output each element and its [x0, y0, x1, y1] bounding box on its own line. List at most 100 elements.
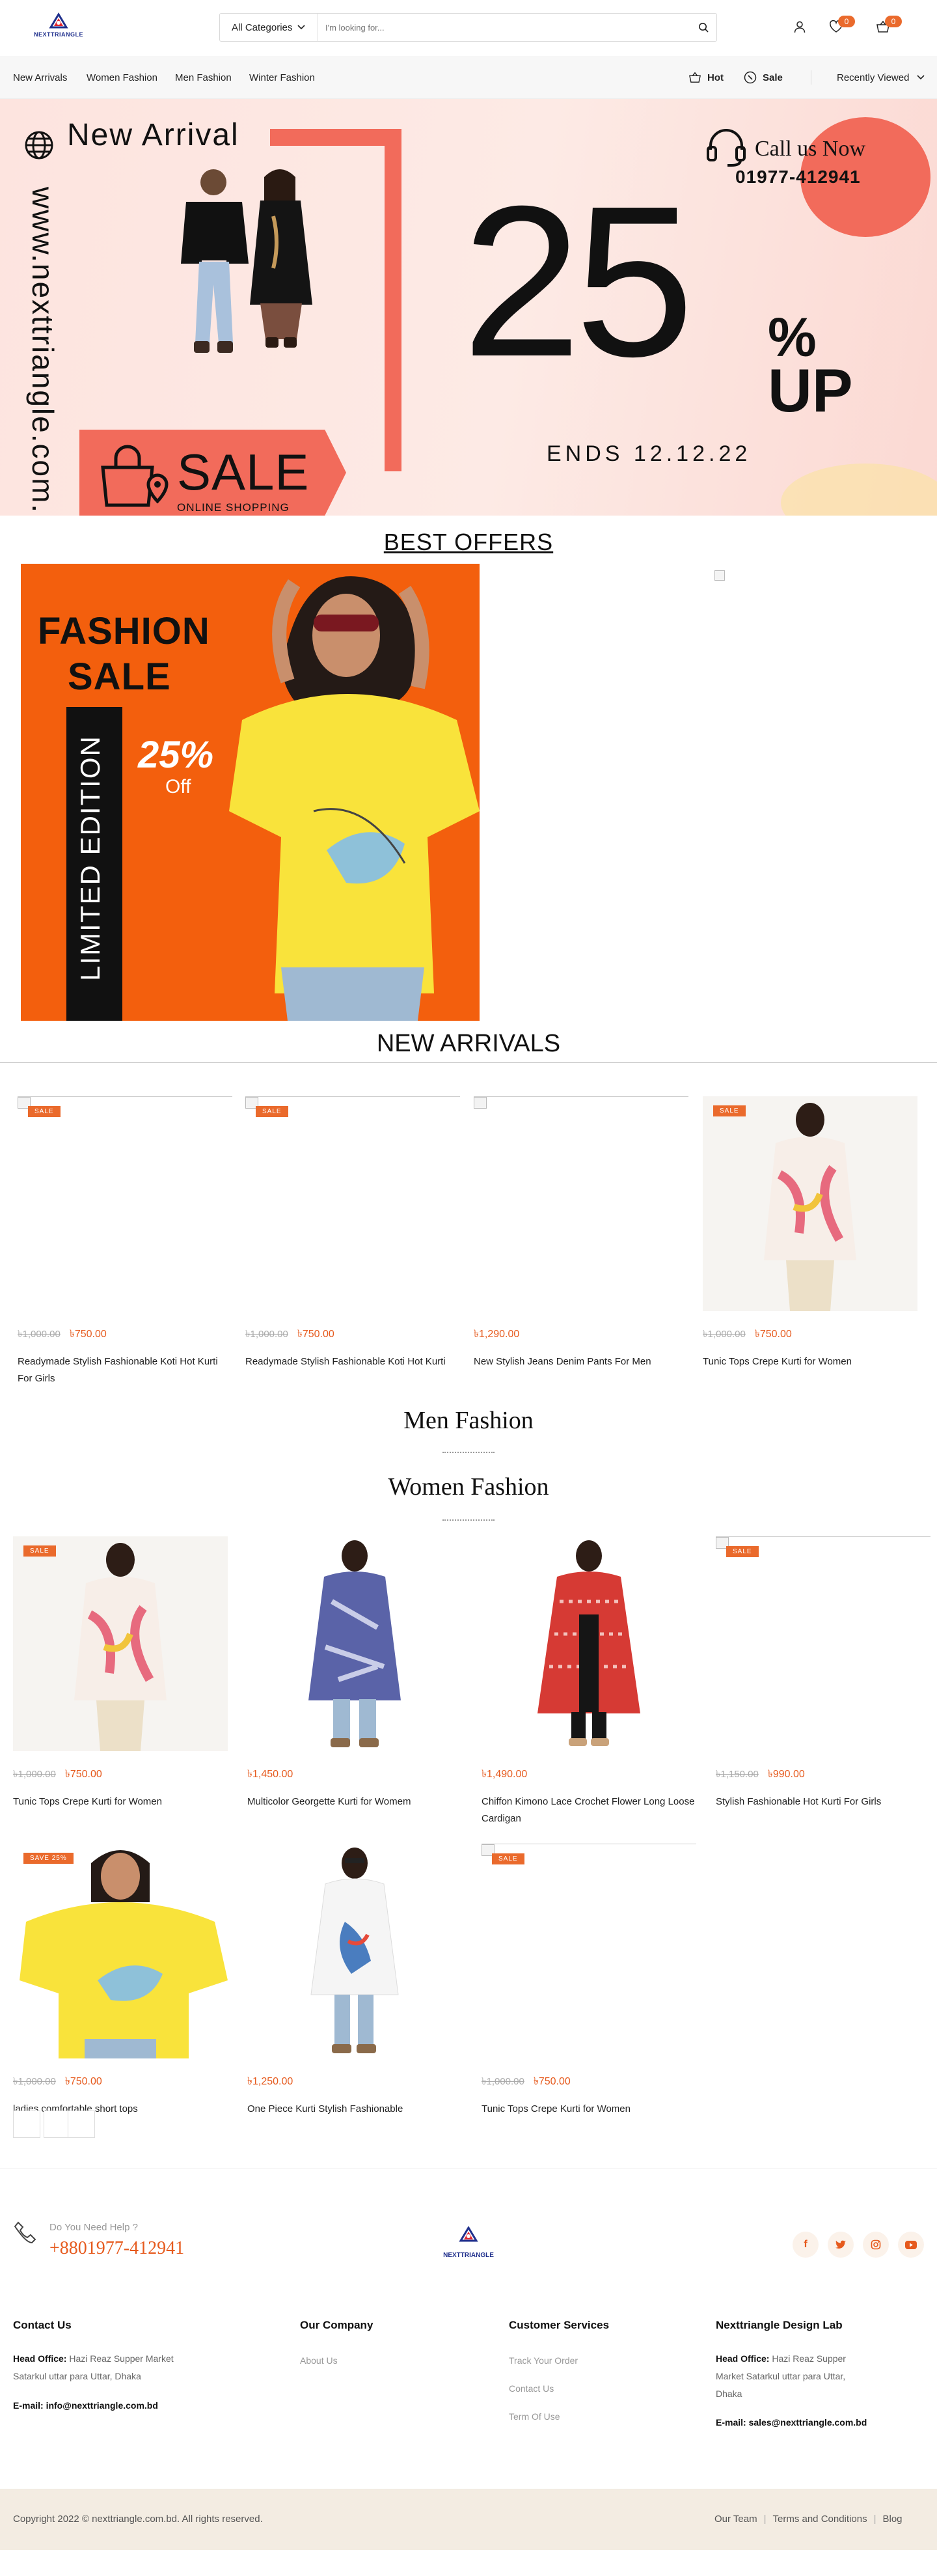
pagination-box[interactable] — [13, 2111, 40, 2138]
globe-icon — [24, 130, 54, 163]
lab-office-label: Head Office: — [716, 2353, 770, 2364]
product-card[interactable]: SALE ৳1,000.00 ৳750.00 Readymade Stylish … — [18, 1096, 232, 1387]
product-image[interactable]: SALE — [703, 1096, 917, 1311]
youtube-link[interactable] — [898, 2232, 924, 2258]
nav-hot[interactable]: Hot — [688, 56, 724, 99]
footer-link-terms-of-use[interactable]: Term Of Use — [509, 2411, 560, 2422]
fashion-sale-banner[interactable]: FASHION SALE LIMITED EDITION 25% Off — [21, 564, 480, 1021]
headset-icon — [705, 128, 747, 170]
current-price: ৳990.00 — [767, 1769, 805, 1780]
instagram-link[interactable] — [863, 2232, 889, 2258]
product-name[interactable]: Stylish Fashionable Hot Kurti For Girls — [716, 1794, 930, 1810]
wishlist-count-badge: 0 — [838, 16, 855, 27]
footer-logo[interactable]: NEXTTRIANGLE — [436, 2226, 501, 2259]
product-name[interactable]: Tunic Tops Crepe Kurti for Women — [703, 1353, 917, 1370]
cart-count-badge: 0 — [885, 16, 902, 27]
fashion-off: Off — [165, 776, 191, 797]
product-name[interactable]: Readymade Stylish Fashionable Koti Hot K… — [245, 1353, 460, 1370]
facebook-link[interactable]: f — [793, 2232, 819, 2258]
product-image[interactable] — [482, 1536, 696, 1751]
product-name[interactable]: Multicolor Georgette Kurti for Womem — [247, 1794, 462, 1810]
product-name[interactable]: One Piece Kurti Stylish Fashionable — [247, 2101, 462, 2118]
current-price: ৳1,290.00 — [474, 1329, 520, 1340]
product-image[interactable] — [247, 1536, 462, 1751]
current-price: ৳750.00 — [64, 2076, 102, 2087]
sale-badge: SAVE 25% — [23, 1853, 74, 1864]
shopping-bag-icon — [98, 444, 176, 512]
footer-link-track-order[interactable]: Track Your Order — [509, 2355, 578, 2366]
search-input[interactable] — [318, 14, 690, 41]
banner-website: www.nexttriangle.com.bd — [26, 187, 60, 516]
old-price: ৳1,000.00 — [18, 1329, 61, 1340]
section-divider — [0, 1062, 937, 1063]
lab-email[interactable]: sales@nexttriangle.com.bd — [749, 2417, 867, 2428]
product-name[interactable]: Readymade Stylish Fashionable Koti Hot K… — [18, 1353, 232, 1387]
product-name[interactable]: Tunic Tops Crepe Kurti for Women — [482, 2101, 696, 2118]
footer-link-about[interactable]: About Us — [300, 2355, 338, 2366]
product-name[interactable]: Tunic Tops Crepe Kurti for Women — [13, 1794, 228, 1810]
nav-sale[interactable]: Sale — [744, 56, 783, 99]
title-underline — [442, 1519, 495, 1521]
old-price: ৳1,000.00 — [13, 2076, 56, 2087]
product-card[interactable]: SAVE 25% ৳1,000.00 ৳750.00 ladies comfort… — [13, 1844, 228, 2118]
cardigan-photo — [537, 1540, 640, 1746]
category-select[interactable]: All Categories — [220, 14, 318, 41]
nav-women-fashion[interactable]: Women Fashion — [87, 56, 157, 99]
men-fashion-title: Men Fashion — [403, 1407, 534, 1434]
footer-link-contact[interactable]: Contact Us — [509, 2383, 554, 2394]
fashion-percent: 25% — [138, 734, 214, 776]
twitter-link[interactable] — [828, 2232, 854, 2258]
nav-winter-fashion[interactable]: Winter Fashion — [249, 56, 315, 99]
phone-icon — [13, 2220, 38, 2248]
product-image[interactable]: SALE — [716, 1536, 930, 1751]
product-card[interactable]: ৳1,250.00 One Piece Kurti Stylish Fashio… — [247, 1844, 462, 2118]
product-card[interactable]: ৳1,490.00 Chiffon Kimono Lace Crochet Fl… — [482, 1536, 696, 1827]
help-label: Do You Need Help ? — [49, 2222, 138, 2233]
nav-new-arrivals[interactable]: New Arrivals — [13, 56, 67, 99]
product-image[interactable] — [474, 1096, 688, 1311]
product-card[interactable]: SALE ৳1,000.00 ৳750.00 Tunic Tops Crepe K… — [703, 1096, 917, 1370]
bottom-link-team[interactable]: Our Team — [714, 2514, 757, 2525]
product-card[interactable]: ৳1,290.00 New Stylish Jeans Denim Pants … — [474, 1096, 688, 1370]
company-heading: Our Company — [300, 2319, 373, 2331]
product-card[interactable]: SALE ৳1,000.00 ৳750.00 Tunic Tops Crepe K… — [13, 1536, 228, 1810]
cart-button[interactable]: 0 — [873, 16, 902, 36]
product-card[interactable]: SALE ৳1,000.00 ৳750.00 Tunic Tops Crepe K… — [482, 1844, 696, 2118]
account-button[interactable] — [790, 17, 809, 36]
current-price: ৳1,450.00 — [247, 1769, 293, 1780]
pagination-box[interactable] — [44, 2111, 71, 2138]
old-price: ৳1,000.00 — [703, 1329, 746, 1340]
old-price: ৳1,000.00 — [13, 1769, 56, 1780]
contact-address: Head Office: Hazi Reaz Supper Market Sat… — [13, 2350, 202, 2385]
product-image[interactable] — [247, 1844, 462, 2058]
help-phone[interactable]: +8801977-412941 — [49, 2238, 184, 2259]
copyright-text: Copyright 2022 © nexttriangle.com.bd. Al… — [13, 2514, 263, 2525]
product-image[interactable]: SAVE 25% — [13, 1844, 228, 2058]
recently-viewed-label: Recently Viewed — [837, 72, 910, 83]
link-separator: | — [763, 2514, 767, 2525]
product-name[interactable]: New Stylish Jeans Denim Pants For Men — [474, 1353, 688, 1370]
product-card[interactable]: SALE ৳1,150.00 ৳990.00 Stylish Fashionabl… — [716, 1536, 930, 1810]
product-name[interactable]: Chiffon Kimono Lace Crochet Flower Long … — [482, 1794, 696, 1827]
product-image[interactable]: SALE — [245, 1096, 460, 1311]
nav-men-fashion[interactable]: Men Fashion — [175, 56, 232, 99]
wishlist-button[interactable]: 0 — [826, 16, 855, 36]
product-card[interactable]: SALE ৳1,000.00 ৳750.00 Readymade Stylish … — [245, 1096, 460, 1370]
best-offers-title: BEST OFFERS — [383, 529, 554, 555]
recently-viewed-dropdown[interactable]: Recently Viewed — [837, 56, 925, 99]
banner-online-shopping: ONLINE SHOPPING — [177, 501, 290, 514]
old-price: ৳1,150.00 — [716, 1769, 759, 1780]
bottom-link-terms[interactable]: Terms and Conditions — [773, 2514, 867, 2525]
banner-new-arrival: New Arrival — [67, 118, 239, 152]
search-button[interactable] — [690, 14, 716, 41]
product-image[interactable]: SALE — [482, 1844, 696, 2058]
pagination-box[interactable] — [68, 2111, 95, 2138]
site-logo[interactable]: NEXTTRIANGLE — [31, 12, 86, 43]
product-image[interactable]: SALE — [13, 1536, 228, 1751]
bottom-link-blog[interactable]: Blog — [882, 2514, 902, 2525]
product-image[interactable]: SALE — [18, 1096, 232, 1311]
contact-email[interactable]: info@nexttriangle.com.bd — [46, 2400, 158, 2411]
hero-banner[interactable]: www.nexttriangle.com.bd New Arrival SALE… — [0, 99, 937, 516]
kurti-photo — [308, 1540, 401, 1747]
product-card[interactable]: ৳1,450.00 Multicolor Georgette Kurti for… — [247, 1536, 462, 1810]
